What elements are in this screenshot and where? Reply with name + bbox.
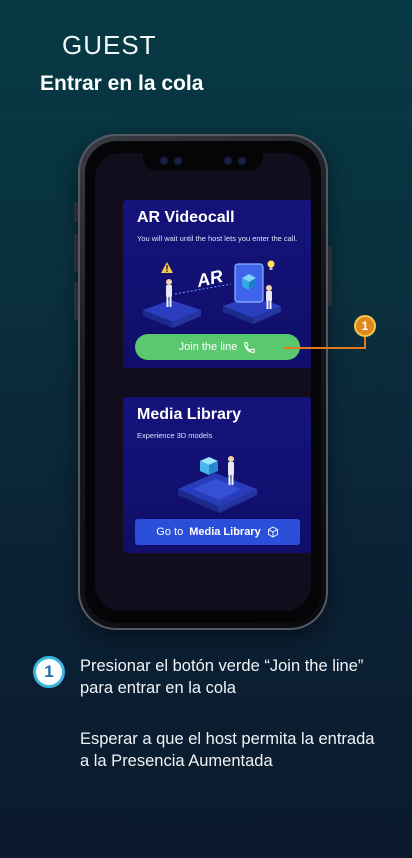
ar-videocall-illustration: AR bbox=[143, 260, 281, 328]
media-library-button-label: Media Library bbox=[189, 526, 261, 538]
page-subtitle: Entrar en la cola bbox=[40, 72, 204, 95]
media-library-title: Media Library bbox=[137, 406, 242, 423]
tablet-cube-icon bbox=[234, 263, 264, 303]
callout-line-horizontal bbox=[284, 347, 366, 349]
media-library-illustration bbox=[178, 456, 257, 513]
page-title: GUEST bbox=[62, 30, 157, 60]
join-the-line-label: Join the line bbox=[178, 341, 238, 353]
callout-badge: 1 bbox=[354, 315, 376, 337]
ar-videocall-title: AR Videocall bbox=[137, 209, 235, 226]
volume-side-button bbox=[74, 282, 78, 320]
phone-notch bbox=[143, 153, 263, 171]
volume-down-button bbox=[74, 234, 78, 272]
phone-mockup: AR Videocall You will wait until the hos… bbox=[74, 134, 332, 630]
instruction-line-1: Presionar el botón verde “Join the line”… bbox=[80, 657, 364, 697]
phone-icon bbox=[244, 341, 256, 353]
warning-icon bbox=[161, 262, 173, 273]
go-to-media-library-button[interactable]: Go to Media Library bbox=[135, 519, 300, 545]
go-to-prefix: Go to bbox=[156, 526, 184, 538]
ar-videocall-description: You will wait until the host lets you en… bbox=[137, 234, 298, 243]
floating-cube-icon bbox=[200, 457, 218, 475]
lightbulb-icon bbox=[267, 260, 275, 270]
volume-up-button bbox=[74, 202, 78, 222]
media-library-card: Media Library Experience 3D models Go to… bbox=[123, 397, 311, 553]
phone-screen: AR Videocall You will wait until the hos… bbox=[95, 153, 311, 611]
ar-illustration-label: AR bbox=[194, 266, 225, 291]
instruction-line-2: Esperar a que el host permita la entrada… bbox=[80, 730, 375, 770]
ar-videocall-card: AR Videocall You will wait until the hos… bbox=[123, 200, 311, 368]
step-number-badge: 1 bbox=[33, 656, 65, 688]
cube-icon bbox=[267, 526, 278, 538]
power-button bbox=[328, 246, 332, 306]
callout-line-vertical bbox=[364, 336, 366, 348]
join-the-line-button[interactable]: Join the line bbox=[135, 334, 300, 360]
media-library-description: Experience 3D models bbox=[137, 431, 213, 440]
